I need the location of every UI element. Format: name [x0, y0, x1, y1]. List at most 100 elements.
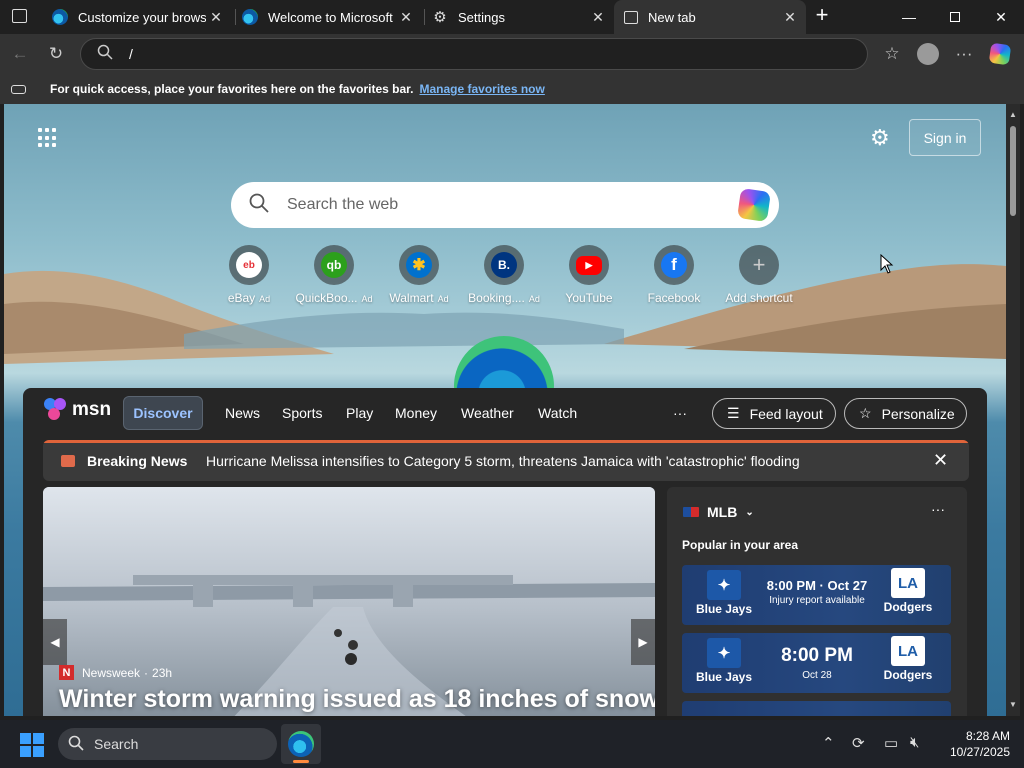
settings-gear-icon[interactable]: ⚙: [870, 125, 890, 151]
sign-in-button[interactable]: Sign in: [909, 119, 981, 156]
shortcut-youtube[interactable]: ▶ YouTube: [541, 245, 637, 305]
tab-title: Customize your browser: [78, 9, 206, 25]
web-search-box[interactable]: Search the web: [231, 182, 779, 228]
maximize-button[interactable]: [932, 0, 978, 34]
tab-actions-icon[interactable]: [12, 9, 27, 23]
sync-icon[interactable]: ⟳: [852, 734, 865, 752]
address-bar[interactable]: /: [80, 38, 868, 70]
nav-news[interactable]: News: [225, 405, 260, 421]
booking-icon: B.: [491, 252, 517, 278]
feed-layout-button[interactable]: ☰ Feed layout: [712, 398, 836, 429]
minimize-button[interactable]: —: [886, 0, 932, 34]
profile-avatar[interactable]: [914, 41, 942, 67]
previous-story-button[interactable]: ◀: [43, 619, 67, 665]
scrollbar-thumb[interactable]: [1010, 126, 1016, 216]
tab-welcome-edge[interactable]: Welcome to Microsoft Edge ✕: [234, 0, 422, 34]
more-options-icon[interactable]: ···: [950, 41, 978, 67]
breaking-news-headline[interactable]: Hurricane Melissa intensifies to Categor…: [206, 453, 800, 469]
quickbooks-icon: qb: [321, 252, 347, 278]
manage-favorites-link[interactable]: Manage favorites now: [419, 82, 544, 96]
refresh-button[interactable]: ↻: [42, 41, 70, 67]
window-close-button[interactable]: ✕: [978, 0, 1024, 34]
next-story-button[interactable]: ▶: [631, 619, 655, 665]
page-scrollbar[interactable]: ▲ ▼: [1006, 104, 1020, 716]
speaker-muted-icon[interactable]: 🔇︎: [910, 734, 919, 751]
breaking-news-label: Breaking News: [87, 453, 188, 469]
butterfly-icon: [44, 398, 68, 422]
blue-jays-icon: ✦: [707, 638, 741, 668]
favorites-icon[interactable]: ☆: [878, 41, 906, 67]
story-source: N Newsweek · 23h: [59, 665, 172, 680]
gear-icon: ⚙: [433, 9, 447, 26]
hero-story-card[interactable]: ◀ ▶ N Newsweek · 23h Winter storm warnin…: [43, 487, 655, 716]
system-clock[interactable]: 8:28 AM 10/27/2025: [940, 728, 1010, 760]
personalize-button[interactable]: ☆ Personalize: [844, 398, 967, 429]
home-team-name: Dodgers: [883, 600, 933, 614]
nav-discover[interactable]: Discover: [123, 396, 203, 430]
plus-icon: +: [752, 252, 766, 277]
game-row[interactable]: ✦ Blue Jays 8:00 PM Oct 28 LA Dodgers: [682, 633, 951, 693]
game-row[interactable]: [682, 701, 951, 716]
edge-icon: [52, 9, 68, 25]
nav-more-icon[interactable]: ···: [673, 405, 687, 421]
feed-layout-label: Feed layout: [749, 405, 823, 422]
msn-logo-text: msn: [72, 399, 112, 420]
shortcut-ebay[interactable]: eb eBay Ad: [201, 245, 297, 305]
shortcut-quickbooks[interactable]: qb QuickBoo... Ad: [286, 245, 382, 305]
taskbar-search[interactable]: Search: [58, 728, 277, 760]
new-tab-page: ⚙ Sign in Search the web eb eBay Ad qb Qu…: [4, 104, 1006, 716]
close-icon[interactable]: ✕: [588, 9, 608, 26]
nav-play[interactable]: Play: [346, 405, 373, 421]
game-note[interactable]: Injury report available: [752, 595, 882, 606]
shortcut-booking[interactable]: B. Booking.... Ad: [456, 245, 552, 305]
scroll-up-icon[interactable]: ▲: [1008, 110, 1018, 119]
popular-heading: Popular in your area: [682, 538, 799, 552]
scroll-down-icon[interactable]: ▼: [1008, 700, 1018, 709]
new-tab-button[interactable]: +: [810, 4, 834, 28]
close-icon[interactable]: ✕: [396, 9, 416, 26]
copilot-icon[interactable]: [986, 41, 1014, 67]
shortcut-facebook[interactable]: f Facebook: [626, 245, 722, 305]
msn-logo[interactable]: msn: [44, 398, 111, 422]
story-headline[interactable]: Winter storm warning issued as 18 inches…: [59, 685, 655, 714]
active-app-indicator: [293, 760, 309, 763]
game-row[interactable]: ✦ Blue Jays 8:00 PM · Oct 27 Injury repo…: [682, 565, 951, 625]
sports-more-icon[interactable]: ···: [931, 501, 945, 517]
breaking-news-bar[interactable]: Breaking News Hurricane Melissa intensif…: [43, 440, 969, 481]
nav-money[interactable]: Money: [395, 405, 437, 421]
chevron-up-icon[interactable]: ⌃: [822, 734, 835, 752]
shortcut-add[interactable]: + Add shortcut: [711, 245, 807, 305]
ad-badge: Ad: [437, 294, 449, 304]
sliders-icon: ☰: [727, 405, 740, 421]
tab-customize-browser[interactable]: Customize your browser ✕: [44, 0, 232, 34]
tab-title: New tab: [648, 9, 696, 25]
league-selector[interactable]: MLB ⌄: [683, 504, 754, 520]
nav-sports[interactable]: Sports: [282, 405, 322, 421]
close-icon[interactable]: ✕: [933, 450, 948, 471]
search-input[interactable]: Search the web: [287, 196, 739, 214]
copilot-icon[interactable]: [737, 188, 771, 222]
league-label: MLB: [707, 504, 738, 520]
dodgers-icon: LA: [891, 636, 925, 666]
nav-watch[interactable]: Watch: [538, 405, 577, 421]
chevron-down-icon: ⌄: [745, 506, 754, 518]
shortcut-walmart[interactable]: ✱ Walmart Ad: [371, 245, 467, 305]
breaking-accent-line: [43, 440, 969, 443]
source-separator: ·: [144, 665, 149, 680]
game-time: 8:00 PM: [781, 645, 853, 666]
taskbar: Search ⌃ ⟳ ▭ 🔇︎ 8:28 AM 10/27/2025: [0, 720, 1024, 768]
close-icon[interactable]: ✕: [206, 9, 226, 26]
home-team-name: Dodgers: [883, 668, 933, 682]
back-button[interactable]: ←: [6, 41, 34, 67]
windows-start-icon[interactable]: [20, 733, 44, 757]
taskbar-edge-button[interactable]: [281, 724, 321, 764]
search-icon: [249, 193, 269, 218]
nav-weather[interactable]: Weather: [461, 405, 514, 421]
display-icon[interactable]: ▭: [884, 734, 898, 752]
close-icon[interactable]: ✕: [780, 9, 800, 26]
tab-settings[interactable]: ⚙ Settings ✕: [424, 0, 614, 34]
apps-launcher-icon[interactable]: [38, 128, 58, 148]
tab-new-tab[interactable]: New tab ✕: [614, 0, 806, 34]
edge-icon: [288, 731, 314, 757]
address-input[interactable]: /: [129, 46, 133, 62]
